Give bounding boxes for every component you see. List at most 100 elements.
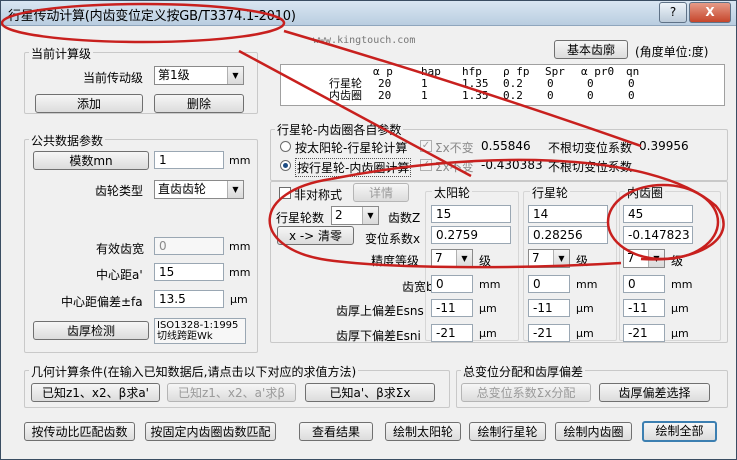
solve-beta-button[interactable]: 已知z1、x2、a'求β	[167, 383, 296, 402]
draw-sun-button[interactable]: 绘制太阳轮	[385, 422, 461, 441]
option2-label: 按行星轮-内齿圈计算	[295, 158, 412, 177]
width-unit: mm	[479, 278, 501, 291]
delete-stage-button[interactable]: 删除	[154, 94, 244, 113]
effective-width-input[interactable]: 0	[154, 237, 224, 255]
ring-accuracy-select[interactable]: 7 ▼	[623, 249, 665, 268]
ring-shift-input[interactable]: -0.147823	[623, 226, 693, 244]
dev-unit: μm	[671, 327, 689, 340]
chevron-down-icon: ▼	[456, 250, 472, 267]
center-distance-unit: mm	[229, 266, 251, 279]
angle-unit-note: (角度单位:度)	[635, 45, 709, 59]
module-input[interactable]: 1	[154, 151, 224, 169]
option1-undercut-label: 不根切变位系数	[548, 141, 633, 155]
option2-sigma-checkbox[interactable]: ✓	[420, 159, 432, 171]
gear-type-label: 齿轮类型	[95, 184, 144, 198]
option1-radio[interactable]	[280, 141, 291, 152]
stage-select-value: 第1级	[158, 68, 190, 82]
draw-planet-button[interactable]: 绘制行星轮	[469, 422, 546, 441]
grade-unit: 级	[479, 254, 492, 268]
chevron-down-icon: ▼	[227, 181, 243, 198]
gear-type-select[interactable]: 直齿齿轮 ▼	[154, 180, 244, 199]
planet-accuracy-value: 7	[532, 251, 540, 265]
center-dev-label: 中心距偏差±fa	[61, 295, 143, 309]
shift-distribution-title: 总变位分配和齿厚偏差	[461, 363, 586, 380]
option2-undercut-label: 不根切变位系数	[548, 160, 633, 174]
dialog-client: www.kingtouch.com 基本齿廓 (角度单位:度) 当前计算级 当前…	[1, 26, 736, 459]
draw-ring-button[interactable]: 绘制内齿圈	[555, 422, 632, 441]
chevron-down-icon: ▼	[362, 207, 378, 224]
center-dev-input[interactable]: 13.5	[154, 290, 224, 308]
planet-lower-dev-input[interactable]: -21	[528, 324, 570, 342]
view-results-button[interactable]: 查看结果	[299, 422, 373, 441]
lower-dev-label: 齿厚下偏差Esni	[336, 329, 421, 343]
effective-width-unit: mm	[229, 240, 251, 253]
planet-upper-dev-input[interactable]: -11	[528, 299, 570, 317]
table-cell: 1	[421, 89, 428, 102]
grade-unit: 级	[671, 254, 684, 268]
asym-checkbox[interactable]	[279, 187, 291, 199]
pair-params-title: 行星轮-内齿圈各自参数	[275, 121, 404, 138]
close-button[interactable]: X	[689, 2, 731, 23]
detail-button[interactable]: 详情	[353, 183, 409, 202]
center-distance-input[interactable]: 15	[154, 263, 224, 281]
sun-shift-input[interactable]: 0.2759	[431, 226, 511, 244]
dev-unit: μm	[671, 302, 689, 315]
rack-params-table: α p hap hfp ρ fp Spr α pr0 qn 行星轮 20 1 1…	[280, 64, 725, 106]
option1-sigma-checkbox[interactable]: ✓	[420, 140, 432, 152]
grade-unit: 级	[576, 254, 589, 268]
dev-unit: μm	[479, 327, 497, 340]
chevron-down-icon: ▼	[648, 250, 664, 267]
basic-rack-button[interactable]: 基本齿廓	[554, 40, 628, 59]
solve-sigma-button[interactable]: 已知a'、β求Σx	[305, 383, 435, 402]
sun-accuracy-value: 7	[435, 251, 443, 265]
upper-dev-label: 齿厚上偏差Esns	[336, 304, 424, 318]
table-row: 内齿圈 20 1 1.35 0.2 0 0 0	[281, 90, 724, 102]
planet-width-input[interactable]: 0	[528, 275, 570, 293]
ring-lower-dev-input[interactable]: -21	[623, 324, 665, 342]
effective-width-label: 有效齿宽	[96, 242, 145, 256]
dev-unit: μm	[576, 327, 594, 340]
module-button[interactable]: 模数mn	[33, 151, 149, 170]
dev-unit: μm	[576, 302, 594, 315]
sun-teeth-input[interactable]: 15	[431, 205, 511, 223]
sun-lower-dev-input[interactable]: -21	[431, 324, 473, 342]
sun-width-input[interactable]: 0	[431, 275, 473, 293]
ring-upper-dev-input[interactable]: -11	[623, 299, 665, 317]
planet-count-value: 2	[335, 208, 343, 222]
sun-upper-dev-input[interactable]: -11	[431, 299, 473, 317]
row-name: 内齿圈	[329, 89, 362, 102]
stage-select[interactable]: 第1级 ▼	[154, 66, 244, 85]
planet-count-select[interactable]: 2 ▼	[331, 206, 379, 225]
table-cell: 1.35	[462, 89, 489, 102]
planet-accuracy-select[interactable]: 7 ▼	[528, 249, 570, 268]
sun-accuracy-select[interactable]: 7 ▼	[431, 249, 473, 268]
shift-label: 变位系数x	[365, 232, 421, 246]
help-button[interactable]: ?	[659, 2, 687, 23]
current-stage-title: 当前计算级	[29, 45, 94, 62]
table-cell: 0	[587, 89, 594, 102]
match-by-ratio-button[interactable]: 按传动比匹配齿数	[24, 422, 135, 441]
ring-teeth-input[interactable]: 45	[623, 205, 693, 223]
width-unit: mm	[576, 278, 598, 291]
planet-teeth-input[interactable]: 14	[528, 205, 608, 223]
sigma-distribution-button[interactable]: 总变位系数Σx分配	[461, 383, 591, 402]
tooth-thickness-method: ISO1328-1:1995 切线跨距Wk	[154, 318, 246, 344]
match-by-ring-teeth-button[interactable]: 按固定内齿圈齿数匹配	[145, 422, 276, 441]
ring-width-input[interactable]: 0	[623, 275, 665, 293]
thickness-deviation-button[interactable]: 齿厚偏差选择	[599, 383, 710, 402]
reset-shift-button[interactable]: x -> 清零	[277, 226, 354, 245]
teeth-label: 齿数Z	[388, 211, 421, 225]
planet-shift-input[interactable]: 0.28256	[528, 226, 608, 244]
table-cell: 0	[628, 89, 635, 102]
option2-sigma-label: Σx不变	[435, 160, 474, 174]
add-stage-button[interactable]: 添加	[35, 94, 143, 113]
solve-a-button[interactable]: 已知z1、x2、β求a'	[31, 383, 160, 402]
tooth-thickness-button[interactable]: 齿厚检测	[33, 321, 149, 340]
center-distance-label: 中心距a'	[96, 268, 143, 282]
draw-all-button[interactable]: 绘制全部	[642, 421, 717, 442]
option2-radio[interactable]	[280, 160, 291, 171]
ring-title: 内齿圈	[625, 184, 666, 201]
watermark-text: www.kingtouch.com	[313, 35, 416, 46]
stage-label: 当前传动级	[83, 71, 144, 85]
center-dev-unit: μm	[230, 293, 248, 306]
